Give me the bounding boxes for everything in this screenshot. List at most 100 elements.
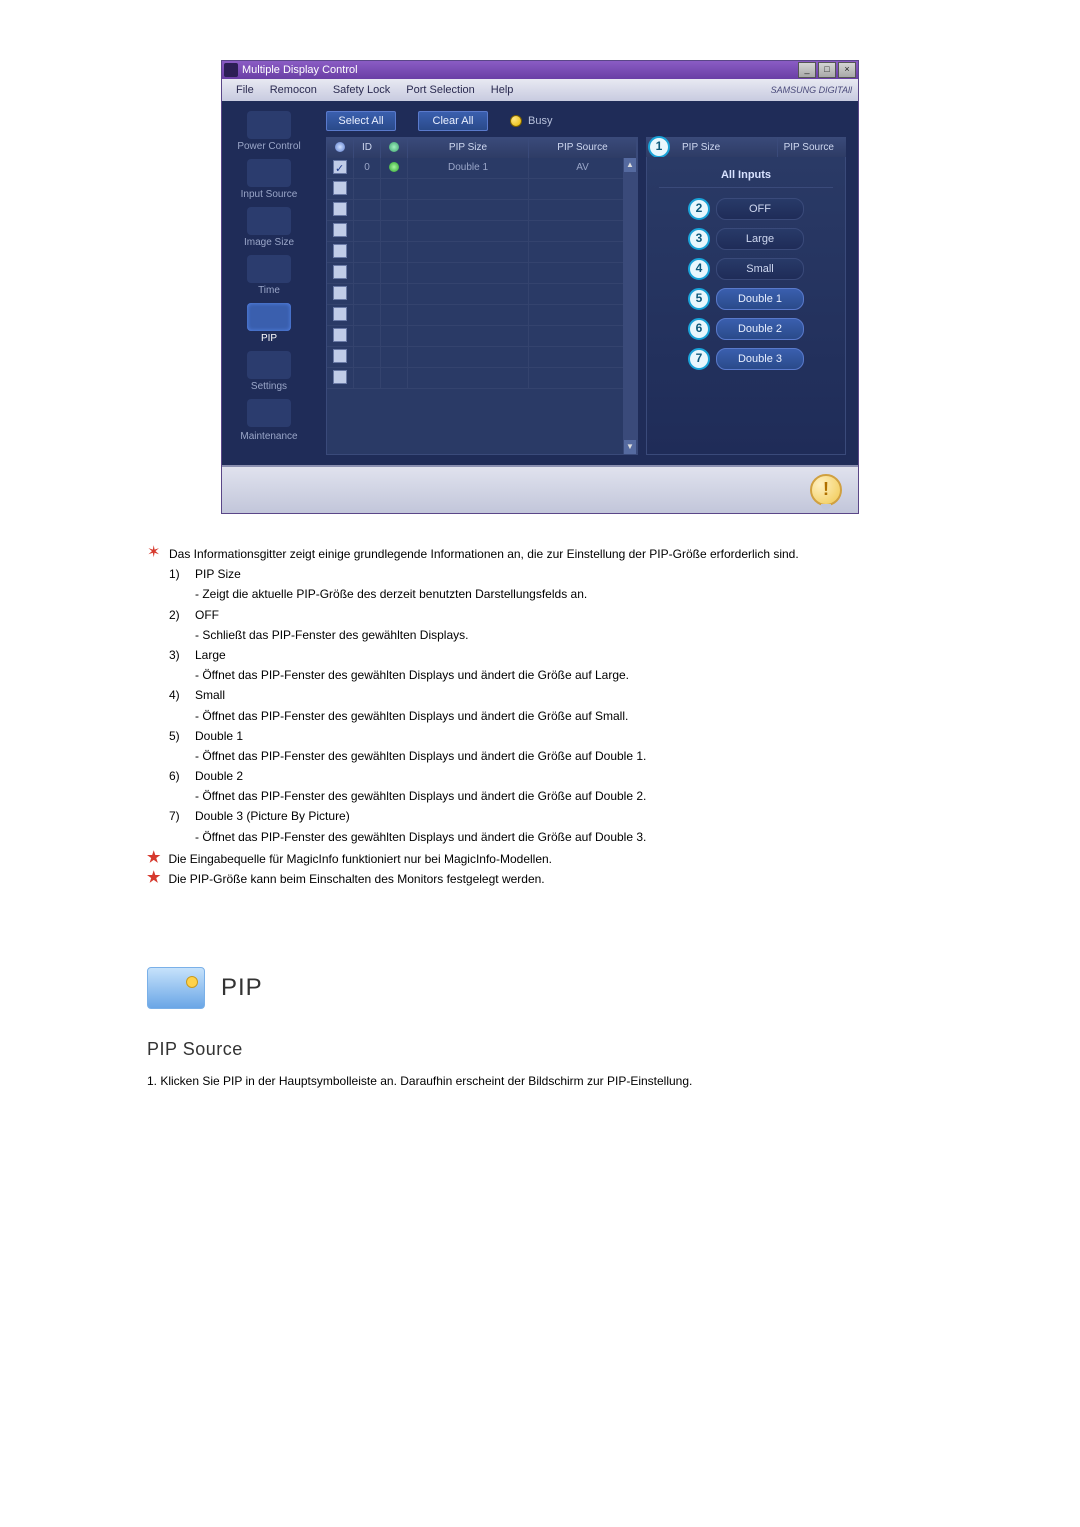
menu-remocon[interactable]: Remocon [262, 79, 325, 101]
grid-header-check[interactable] [327, 138, 354, 158]
settings-icon [247, 351, 291, 379]
menu-safety-lock[interactable]: Safety Lock [325, 79, 398, 101]
row-checkbox[interactable] [333, 349, 347, 363]
row-id [354, 368, 381, 388]
callout-7: 7 [688, 348, 710, 370]
pip-small-button[interactable]: Small [716, 258, 804, 280]
table-row[interactable] [327, 221, 637, 242]
pip-double2-button[interactable]: Double 2 [716, 318, 804, 340]
table-row[interactable] [327, 305, 637, 326]
sidebar-item-label: Power Control [237, 141, 300, 153]
row-checkbox[interactable] [333, 286, 347, 300]
scroll-up-button[interactable]: ▲ [624, 158, 636, 172]
table-row[interactable] [327, 242, 637, 263]
grid-header-pipsource[interactable]: PIP Source [529, 138, 637, 158]
row-id [354, 200, 381, 220]
item-number: 7) [169, 806, 195, 826]
row-checkbox-cell[interactable] [327, 347, 354, 367]
row-checkbox-cell[interactable] [327, 263, 354, 283]
row-status [381, 242, 408, 262]
pip-section-header: PIP [147, 967, 933, 1009]
sidebar-item-input-source[interactable]: Input Source [230, 157, 308, 203]
sidebar-item-label: Image Size [244, 237, 294, 249]
star-icon: ★ [147, 871, 160, 885]
sidebar-item-pip[interactable]: PIP [230, 301, 308, 347]
row-id [354, 347, 381, 367]
footnote-text: Die PIP-Größe kann beim Einschalten des … [168, 871, 544, 887]
sidebar-item-image-size[interactable]: Image Size [230, 205, 308, 251]
row-checkbox-cell[interactable] [327, 305, 354, 325]
row-checkbox-cell[interactable] [327, 221, 354, 241]
table-row[interactable] [327, 368, 637, 389]
instruction-text: 1. Klicken Sie PIP in der Hauptsymbollei… [147, 1073, 933, 1089]
row-checkbox[interactable] [333, 265, 347, 279]
toolbar: Select All Clear All Busy [326, 111, 846, 131]
table-row[interactable]: 0Double 1AV [327, 158, 637, 179]
pip-double1-button[interactable]: Double 1 [716, 288, 804, 310]
grid-header-pipsize[interactable]: PIP Size [408, 138, 529, 158]
image-size-icon [247, 207, 291, 235]
row-checkbox-cell[interactable] [327, 158, 354, 178]
row-checkbox[interactable] [333, 370, 347, 384]
busy-indicator: Busy [510, 115, 552, 127]
row-id [354, 263, 381, 283]
row-pipsize [408, 263, 529, 283]
panel-header-right[interactable]: PIP Source [778, 142, 846, 153]
menu-help[interactable]: Help [483, 79, 522, 101]
panel-section-title: All Inputs [659, 169, 833, 188]
row-checkbox-cell[interactable] [327, 242, 354, 262]
row-checkbox[interactable] [333, 202, 347, 216]
info-grid: ID PIP Size PIP Source 0Double 1AV ▲ ▼ [326, 137, 638, 455]
status-strip: ! [222, 465, 858, 513]
row-checkbox[interactable] [333, 223, 347, 237]
table-row[interactable] [327, 326, 637, 347]
table-row[interactable] [327, 284, 637, 305]
minimize-button[interactable]: _ [798, 62, 816, 78]
row-pipsize: Double 1 [408, 158, 529, 178]
row-checkbox[interactable] [333, 244, 347, 258]
row-checkbox-cell[interactable] [327, 200, 354, 220]
row-checkbox-cell[interactable] [327, 284, 354, 304]
row-checkbox-cell[interactable] [327, 179, 354, 199]
row-status [381, 284, 408, 304]
table-row[interactable] [327, 263, 637, 284]
clear-all-button[interactable]: Clear All [418, 111, 488, 131]
row-checkbox[interactable] [333, 181, 347, 195]
sidebar-item-label: Input Source [241, 189, 298, 201]
menu-port-selection[interactable]: Port Selection [398, 79, 482, 101]
callout-6: 6 [688, 318, 710, 340]
sidebar-item-time[interactable]: Time [230, 253, 308, 299]
grid-header: ID PIP Size PIP Source [327, 138, 637, 158]
row-checkbox[interactable] [333, 307, 347, 321]
table-row[interactable] [327, 200, 637, 221]
row-checkbox-cell[interactable] [327, 368, 354, 388]
close-button[interactable]: × [838, 62, 856, 78]
row-checkbox[interactable] [333, 328, 347, 342]
callout-3: 3 [688, 228, 710, 250]
sidebar-item-settings[interactable]: Settings [230, 349, 308, 395]
row-checkbox[interactable] [333, 160, 347, 174]
select-all-button[interactable]: Select All [326, 111, 396, 131]
item-label: OFF [195, 605, 933, 625]
pip-large-button[interactable]: Large [716, 228, 804, 250]
table-row[interactable] [327, 347, 637, 368]
sidebar-item-label: Maintenance [240, 431, 297, 443]
pip-double3-button[interactable]: Double 3 [716, 348, 804, 370]
scroll-down-button[interactable]: ▼ [624, 440, 636, 454]
grid-header-status[interactable] [381, 138, 408, 158]
row-checkbox-cell[interactable] [327, 326, 354, 346]
menu-file[interactable]: File [228, 79, 262, 101]
table-row[interactable] [327, 179, 637, 200]
document-body: ✶ Das Informationsgitter zeigt einige gr… [147, 544, 933, 1090]
app-icon [224, 63, 238, 77]
grid-header-id[interactable]: ID [354, 138, 381, 158]
grid-scrollbar[interactable]: ▲ ▼ [623, 158, 637, 454]
panel-header-left[interactable]: PIP Size [676, 142, 726, 153]
sidebar-item-power-control[interactable]: Power Control [230, 109, 308, 155]
item-label: Double 2 [195, 766, 933, 786]
sidebar-item-maintenance[interactable]: Maintenance [230, 397, 308, 445]
main-area: Select All Clear All Busy ID [316, 101, 858, 465]
item-label: Double 3 (Picture By Picture) [195, 806, 933, 826]
maximize-button[interactable]: □ [818, 62, 836, 78]
pip-off-button[interactable]: OFF [716, 198, 804, 220]
